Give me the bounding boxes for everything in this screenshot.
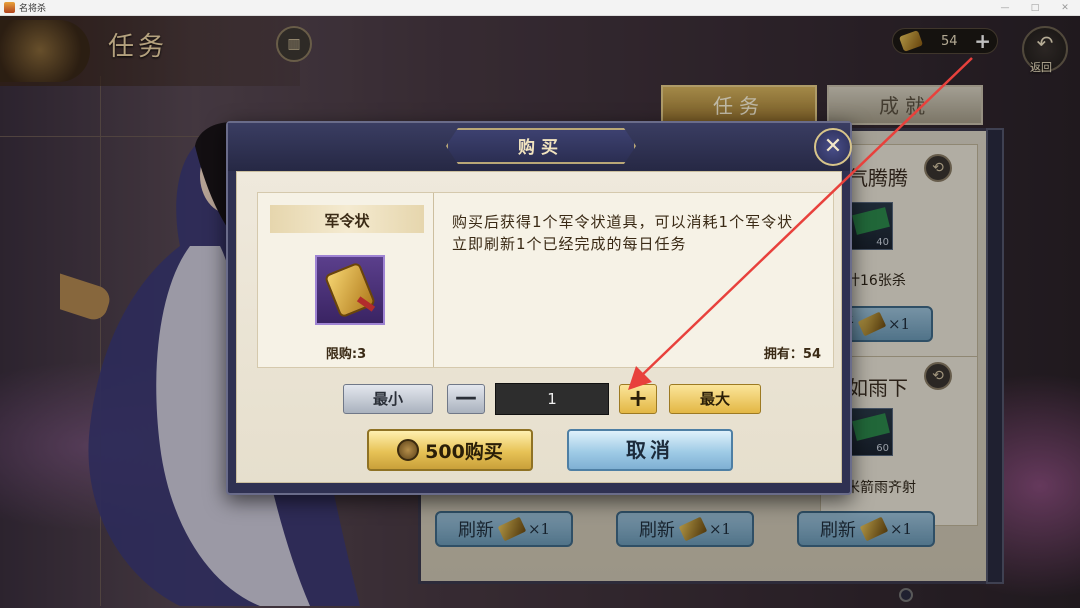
minimize-button[interactable]: — (990, 3, 1020, 13)
buy-button[interactable]: 500购买 (367, 429, 533, 471)
decrease-quantity-button[interactable]: — (447, 384, 485, 414)
item-info-panel: 军令状 限购:3 购买后获得1个军令状道具，可以消耗1个军令状立即刷新1个已经完… (257, 192, 834, 368)
dialog-body: 军令状 限购:3 购买后获得1个军令状道具，可以消耗1个军令状立即刷新1个已经完… (236, 171, 842, 483)
window-title: 名将杀 (19, 4, 47, 14)
quantity-field[interactable]: 1 (495, 383, 609, 415)
item-description: 购买后获得1个军令状道具，可以消耗1个军令状立即刷新1个已经完成的每日任务 (452, 213, 794, 253)
purchase-limit: 限购:3 (325, 347, 367, 362)
app-icon (4, 2, 15, 13)
close-dialog-button[interactable]: ✕ (814, 128, 852, 166)
item-summary: 军令状 限购:3 (258, 193, 434, 367)
max-quantity-button[interactable]: 最大 (669, 384, 761, 414)
close-window-button[interactable]: ✕ (1050, 3, 1080, 13)
maximize-button[interactable]: □ (1020, 3, 1050, 13)
increase-quantity-button[interactable]: + (619, 384, 657, 414)
window-controls: — □ ✕ (990, 3, 1080, 13)
min-quantity-button[interactable]: 最小 (343, 384, 433, 414)
coin-icon (397, 439, 420, 461)
dialog-title: 购买 (518, 138, 564, 158)
owned-count: 拥有：54 (763, 347, 821, 362)
command-token-icon (315, 255, 385, 325)
window-titlebar: 名将杀 — □ ✕ (0, 0, 1080, 16)
buy-button-label: 500购买 (425, 440, 503, 463)
item-name: 军令状 (324, 212, 370, 230)
cancel-button[interactable]: 取消 (567, 429, 733, 471)
purchase-dialog: 购买 ✕ 军令状 限购:3 购买后获得1个军令状道具，可以消耗1个军令状立即刷新… (226, 121, 852, 495)
